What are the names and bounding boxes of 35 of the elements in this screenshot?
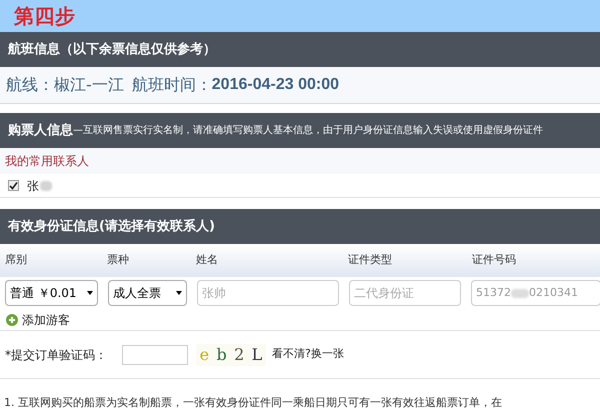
plus-icon (6, 314, 18, 326)
ticket-type-select[interactable]: 成人全票 (108, 280, 187, 306)
caret-icon (176, 291, 182, 295)
notice-text: —互联网售票实行实名制，请准确填写购票人基本信息，由于用户身份证信息输入失误或使用虚假身份证件 (73, 124, 543, 138)
checkbox[interactable] (8, 180, 19, 191)
column-header: 证件号码 (472, 252, 517, 268)
column-header: 票种 (107, 252, 130, 268)
route-text: 椒江-一江 (54, 74, 124, 96)
name-input[interactable]: 张帅 (197, 280, 339, 306)
field-value: 51372 (476, 284, 511, 301)
id-type-input[interactable]: 二代身份证 (349, 280, 461, 306)
column-header: 席别 (5, 252, 28, 268)
note-text: 1. 互联网购买的船票为实名制船票，一张有效身份证件同一乘船日期只可有一张有效往返船票订单，在 (4, 394, 502, 410)
captcha-label: *提交订单验证码： (5, 346, 108, 364)
step-title: 第四步 (14, 3, 76, 30)
column-header: 姓名 (196, 252, 219, 268)
contact-name[interactable]: 张 (27, 176, 39, 194)
select-value: 普通 ￥0.01 (10, 285, 77, 302)
departure-time: 2016-04-23 00:00 (212, 75, 339, 95)
route-label: 航线： (6, 74, 54, 96)
add-traveler-button[interactable]: 添加游客 (0, 309, 600, 331)
captcha-image: e b 2 L (196, 344, 266, 366)
seat-select[interactable]: 普通 ￥0.01 (5, 280, 98, 306)
refresh-captcha-link[interactable]: 看不清?换一张 (272, 346, 344, 363)
select-value: 成人全票 (113, 285, 161, 302)
time-label: 航班时间： (132, 74, 212, 96)
section-title: 有效身份证信息(请选择有效联系人) (8, 218, 215, 236)
section-title: 购票人信息 (8, 122, 73, 140)
blur-mark (511, 288, 529, 298)
section-title: 航班信息（以下余票信息仅供参考） (8, 40, 216, 59)
captcha-input[interactable] (122, 344, 188, 364)
field-value: 0210341 (529, 284, 578, 301)
column-header: 证件类型 (348, 252, 393, 268)
caret-icon (87, 291, 93, 295)
contacts-heading: 我的常用联系人 (5, 153, 89, 170)
